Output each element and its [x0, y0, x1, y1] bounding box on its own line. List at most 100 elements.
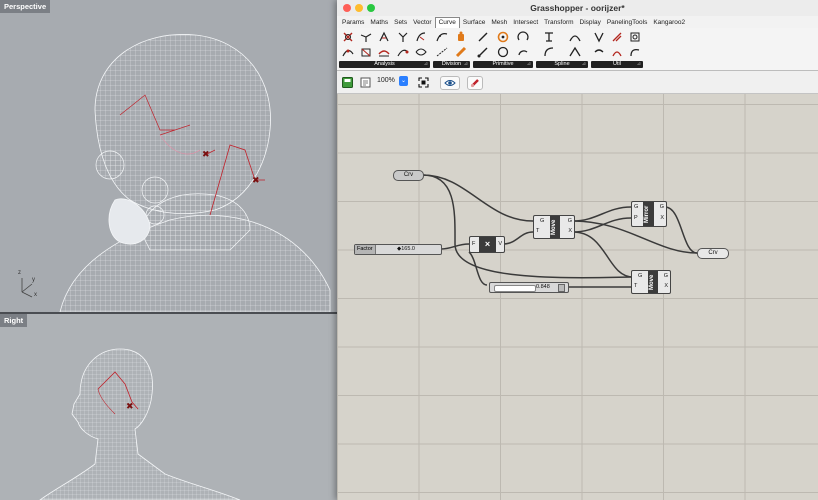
ribbon-group-division: Division ⊿	[433, 30, 470, 68]
expand-icon: ⊿	[526, 61, 531, 67]
curve-bounds-icon[interactable]	[360, 45, 373, 58]
zoom-level[interactable]: 100%	[377, 77, 395, 84]
preview-eye-icon[interactable]	[440, 76, 460, 90]
slider-value: 0.848	[536, 284, 550, 290]
mirror-component[interactable]: G P Mirror G X	[631, 201, 667, 227]
multiply-component[interactable]: F × V	[469, 236, 505, 253]
tab-display[interactable]: Display	[577, 17, 604, 28]
nurbs-curve-icon[interactable]	[542, 30, 555, 43]
right-mesh-drawing: ✖	[39, 348, 241, 500]
ribbon-group-label-spline[interactable]: Spline ⊿	[536, 61, 588, 68]
curve-curvature-icon[interactable]	[415, 30, 428, 43]
shatter-icon[interactable]	[455, 30, 468, 43]
ribbon-group-label-util[interactable]: Util ⊿	[591, 61, 643, 68]
move-component-2[interactable]: G T Move G X	[631, 270, 671, 294]
sketch-pen-icon[interactable]	[467, 76, 483, 90]
ribbon-group-label-division[interactable]: Division ⊿	[433, 61, 470, 68]
group-name: Analysis	[374, 61, 395, 67]
slider-value: ◆165.0	[397, 246, 415, 252]
slider-label: Factor	[355, 245, 376, 254]
slider-track[interactable]	[494, 285, 536, 292]
circle-icon[interactable]	[496, 45, 509, 58]
curve-discontinuity-icon[interactable]	[415, 45, 428, 58]
tab-intersect[interactable]: Intersect	[510, 17, 541, 28]
ribbon-group-primitive: Primitive ⊿	[473, 30, 533, 68]
contour-icon[interactable]	[455, 45, 468, 58]
zoom-dropdown-chevron-icon[interactable]: ⌄	[399, 76, 408, 86]
group-name: Primitive	[492, 61, 514, 67]
curve-length-icon[interactable]	[378, 45, 391, 58]
open-file-icon[interactable]	[359, 76, 371, 88]
input-t-label: T	[634, 283, 638, 289]
line-icon[interactable]	[476, 30, 489, 43]
arc-3pt-icon[interactable]	[517, 45, 530, 58]
expand-icon: ⊿	[636, 61, 641, 67]
factor-number-slider[interactable]: Factor ◆165.0	[354, 244, 442, 255]
curve-input-param[interactable]: Crv	[393, 170, 424, 181]
axis-label-z: z	[18, 270, 21, 276]
tab-mesh[interactable]: Mesh	[488, 17, 510, 28]
offset-icon[interactable]	[593, 30, 606, 43]
curve-analysis-icon[interactable]	[341, 30, 354, 43]
join-curves-icon[interactable]	[610, 30, 623, 43]
tab-params[interactable]: Params	[339, 17, 367, 28]
divide-distance-icon[interactable]	[436, 45, 449, 58]
multiply-core-label: ×	[479, 237, 496, 252]
axis-label-x: x	[34, 292, 37, 298]
tab-transform[interactable]: Transform	[541, 17, 576, 28]
input-g-label: G	[540, 218, 545, 224]
output-x-label: X	[660, 215, 664, 221]
input-f-label: F	[472, 241, 476, 247]
explode-icon[interactable]	[610, 45, 623, 58]
mirror-core-label: Mirror	[643, 202, 654, 226]
divide-curve-icon[interactable]	[436, 30, 449, 43]
perspective-viewport-title[interactable]: Perspective	[0, 0, 51, 13]
tab-vector[interactable]: Vector	[410, 17, 434, 28]
output-x-label: X	[664, 283, 668, 289]
perspective-viewport[interactable]: ✖ ✖ Perspective z y x	[0, 0, 338, 312]
curve-point-icon[interactable]	[396, 45, 409, 58]
move-component-1[interactable]: G T Move G X	[533, 215, 575, 239]
group-name: Spline	[554, 61, 570, 67]
right-viewport[interactable]: ✖ Right	[0, 314, 338, 500]
tab-maths[interactable]: Maths	[367, 17, 391, 28]
circle-cnr-icon[interactable]	[496, 30, 509, 43]
tab-kangaroo2[interactable]: Kangaroo2	[650, 17, 688, 28]
group-name: Util	[613, 61, 621, 67]
project-icon[interactable]	[628, 30, 641, 43]
window-title: Grasshopper - oorijzer*	[530, 3, 625, 13]
curve-evaluate-icon[interactable]	[341, 45, 354, 58]
right-viewport-title[interactable]: Right	[0, 314, 28, 327]
grasshopper-canvas[interactable]: Crv Factor ◆165.0 F × V 0.848 G T Move G…	[337, 94, 818, 500]
ribbon-group-label-analysis[interactable]: Analysis ⊿	[339, 61, 430, 68]
fillet-icon[interactable]	[593, 45, 606, 58]
group-name: Division	[441, 61, 462, 67]
slider-grip[interactable]	[558, 284, 565, 292]
input-t-label: T	[536, 228, 540, 234]
line-sdl-icon[interactable]	[476, 45, 489, 58]
window-titlebar[interactable]: Grasshopper - oorijzer*	[337, 0, 818, 17]
output-g-label: G	[659, 204, 664, 210]
axis-label-y: y	[32, 277, 35, 283]
kinky-curve-icon[interactable]	[569, 45, 582, 58]
tab-curve[interactable]: Curve	[434, 16, 460, 28]
curve-output-param[interactable]: Crv	[697, 248, 729, 259]
arc-icon[interactable]	[517, 30, 530, 43]
tab-panelingtools[interactable]: PanelingTools	[604, 17, 650, 28]
input-p-label: P	[634, 215, 638, 221]
ribbon-group-label-primitive[interactable]: Primitive ⊿	[473, 61, 533, 68]
tab-sets[interactable]: Sets	[391, 17, 410, 28]
zoom-extents-icon[interactable]	[417, 76, 429, 88]
value-number-slider[interactable]: 0.848	[489, 282, 569, 293]
curve-closest-point-icon[interactable]	[360, 30, 373, 43]
curve-frame-icon[interactable]	[378, 30, 391, 43]
polyline-icon[interactable]	[569, 30, 582, 43]
input-g-label: G	[634, 204, 639, 210]
svg-text:✖: ✖	[126, 402, 134, 412]
tab-surface[interactable]: Surface	[460, 17, 488, 28]
save-file-icon[interactable]	[341, 76, 353, 88]
interpolate-icon[interactable]	[542, 45, 555, 58]
curve-tangent-icon[interactable]	[396, 30, 409, 43]
rebuild-icon[interactable]	[628, 45, 641, 58]
svg-text:✖: ✖	[202, 150, 210, 160]
